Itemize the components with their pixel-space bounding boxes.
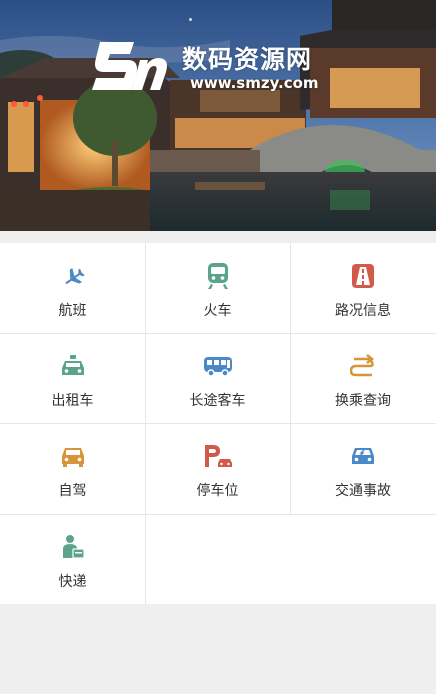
service-transfer[interactable]: 换乘查询 <box>290 333 436 423</box>
service-label: 快递 <box>58 574 87 590</box>
service-label: 航班 <box>58 303 87 319</box>
town-night-scene <box>0 0 436 231</box>
service-label: 换乘查询 <box>335 393 391 409</box>
service-accident[interactable]: 交通事故 <box>290 423 436 513</box>
airplane-icon <box>58 261 88 291</box>
taxi-icon <box>58 351 88 381</box>
watermark: 数码资源网 www.smzy.com <box>90 36 340 100</box>
train-icon <box>203 261 233 291</box>
accident-icon <box>348 441 378 471</box>
watermark-title: 数码资源网 <box>182 45 313 74</box>
transfer-icon <box>348 351 378 381</box>
watermark-logo-icon <box>92 42 167 90</box>
self-drive-car-icon <box>58 441 88 471</box>
service-grid: 航班 火车 路况信息 出租车 长途客车 换乘查询 自驾 停车位 交通事故 快递 <box>0 243 436 604</box>
service-label: 路况信息 <box>335 303 391 319</box>
service-self-drive[interactable]: 自驾 <box>0 423 145 513</box>
service-flight[interactable]: 航班 <box>0 243 145 333</box>
service-label: 停车位 <box>196 483 239 499</box>
service-courier[interactable]: 快递 <box>0 514 145 604</box>
parking-icon <box>203 441 233 471</box>
service-label: 长途客车 <box>189 393 246 409</box>
section-divider <box>0 231 436 243</box>
service-train[interactable]: 火车 <box>145 243 290 333</box>
road-icon <box>348 261 378 291</box>
service-coach[interactable]: 长途客车 <box>145 333 290 423</box>
service-taxi[interactable]: 出租车 <box>0 333 145 423</box>
service-label: 交通事故 <box>335 483 391 499</box>
service-label: 自驾 <box>58 483 87 499</box>
watermark-url: www.smzy.com <box>190 74 319 92</box>
service-label: 火车 <box>203 303 232 319</box>
coach-bus-icon <box>203 351 233 381</box>
banner-image[interactable]: 数码资源网 www.smzy.com <box>0 0 436 231</box>
courier-icon <box>58 532 88 562</box>
service-label: 出租车 <box>51 393 94 409</box>
page-indicator-dot <box>189 18 192 21</box>
service-parking[interactable]: 停车位 <box>145 423 290 513</box>
service-road-info[interactable]: 路况信息 <box>290 243 436 333</box>
